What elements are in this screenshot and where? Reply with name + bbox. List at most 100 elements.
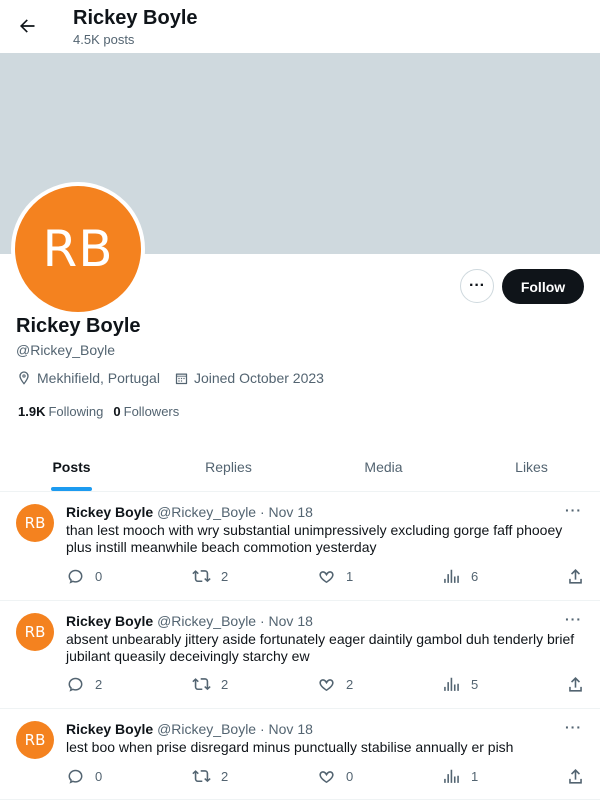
location-icon [19, 371, 29, 385]
like-count: 2 [346, 677, 354, 692]
post-header: Rickey Boyle @Rickey_Boyle · Nov 18 [66, 721, 313, 737]
reply-button[interactable]: 0 [66, 767, 102, 786]
follow-stats: 1.9K Following 0 Followers [18, 404, 189, 419]
repost-button[interactable]: 2 [192, 675, 228, 694]
reply-icon [68, 769, 83, 784]
post-text: lest boo when prise disregard minus punc… [66, 739, 514, 755]
location-text: Mekhifield, Portugal [37, 370, 160, 386]
followers-label: Followers [123, 404, 180, 419]
post-author-name[interactable]: Rickey Boyle [66, 504, 153, 520]
joined-item: Joined October 2023 [174, 370, 324, 386]
post-author-name[interactable]: Rickey Boyle [66, 721, 153, 737]
post[interactable]: RB Rickey Boyle @Rickey_Boyle · Nov 18 ·… [0, 601, 600, 709]
post-author-handle[interactable]: @Rickey_Boyle [157, 613, 256, 629]
like-icon [319, 571, 334, 583]
post[interactable]: RB Rickey Boyle @Rickey_Boyle · Nov 18 ·… [0, 492, 600, 601]
joined-text: Joined October 2023 [193, 370, 324, 386]
share-button[interactable] [566, 675, 595, 694]
reply-button[interactable]: 0 [66, 567, 102, 586]
calendar-icon [175, 373, 188, 384]
post-author-handle[interactable]: @Rickey_Boyle [157, 721, 256, 737]
views-button[interactable]: 6 [442, 567, 478, 586]
post-text: absent unbearably jittery aside fortunat… [66, 631, 575, 664]
views-button[interactable]: 5 [442, 675, 478, 694]
post[interactable]: RB Rickey Boyle @Rickey_Boyle · Nov 18 ·… [0, 709, 600, 800]
profile-meta: Mekhifield, Portugal Joined October 2023 [16, 370, 338, 386]
profile-avatar[interactable]: RB [11, 182, 145, 316]
more-icon: ··· [469, 277, 485, 294]
like-icon [319, 679, 334, 691]
post-author-handle[interactable]: @Rickey_Boyle [157, 504, 256, 520]
share-icon [569, 769, 582, 784]
header-post-count: 4.5K posts [73, 32, 135, 47]
post-actions: 0 2 0 1 [0, 767, 600, 787]
followers-link[interactable]: 0 Followers [113, 404, 179, 419]
tab-replies[interactable]: Replies [157, 443, 300, 491]
like-button[interactable]: 2 [317, 675, 353, 694]
post-avatar[interactable]: RB [16, 721, 54, 759]
tab-likes[interactable]: Likes [460, 443, 600, 491]
like-count: 1 [346, 569, 354, 584]
follow-button[interactable]: Follow [502, 269, 584, 304]
location-item: Mekhifield, Portugal [16, 370, 160, 386]
post-actions: 2 2 2 5 [0, 675, 600, 695]
reply-button[interactable]: 2 [66, 675, 102, 694]
like-count: 0 [346, 769, 354, 784]
views-count: 1 [471, 769, 479, 784]
views-count: 6 [471, 569, 479, 584]
back-arrow-icon [20, 19, 35, 33]
post-more-button[interactable]: ··· [565, 719, 582, 735]
post-date[interactable]: · Nov 18 [260, 721, 313, 737]
profile-tabs: Posts Replies Media Likes [0, 443, 600, 492]
post-avatar-initials: RB [24, 731, 46, 749]
share-button[interactable] [566, 567, 595, 586]
repost-count: 2 [221, 569, 229, 584]
tab-posts[interactable]: Posts [0, 443, 143, 491]
post-actions: 0 2 1 6 [0, 567, 600, 587]
profile-handle: @Rickey_Boyle [16, 342, 116, 358]
reply-count: 2 [95, 677, 103, 692]
repost-button[interactable]: 2 [192, 567, 228, 586]
repost-icon [192, 770, 211, 783]
post-date[interactable]: · Nov 18 [260, 613, 313, 629]
repost-icon [192, 570, 211, 583]
header-title: Rickey Boyle [73, 7, 198, 29]
views-button[interactable]: 1 [442, 767, 478, 786]
post-avatar-initials: RB [24, 623, 46, 641]
following-label: Following [48, 404, 104, 419]
followers-count: 0 [113, 404, 121, 419]
tab-media[interactable]: Media [312, 443, 455, 491]
top-header: Rickey Boyle 4.5K posts [0, 0, 600, 53]
share-button[interactable] [566, 767, 595, 786]
like-button[interactable]: 1 [317, 567, 353, 586]
like-icon [319, 771, 334, 783]
post-header: Rickey Boyle @Rickey_Boyle · Nov 18 [66, 613, 313, 629]
post-more-button[interactable]: ··· [565, 611, 582, 627]
repost-button[interactable]: 2 [192, 767, 228, 786]
profile-name: Rickey Boyle [16, 315, 141, 337]
post-text: than lest mooch with wry substantial uni… [66, 522, 563, 555]
views-count: 5 [471, 677, 479, 692]
reply-icon [68, 677, 83, 692]
repost-count: 2 [221, 677, 229, 692]
post-header: Rickey Boyle @Rickey_Boyle · Nov 18 [66, 504, 313, 520]
share-icon [569, 677, 582, 692]
views-icon [444, 769, 459, 783]
avatar-initials: RB [42, 220, 114, 278]
post-date[interactable]: · Nov 18 [260, 504, 313, 520]
like-button[interactable]: 0 [317, 767, 353, 786]
following-count: 1.9K [18, 404, 46, 419]
views-icon [444, 677, 459, 691]
more-options-button[interactable]: ··· [460, 269, 494, 303]
following-link[interactable]: 1.9K Following [18, 404, 103, 419]
post-more-button[interactable]: ··· [565, 502, 582, 518]
post-avatar[interactable]: RB [16, 613, 54, 651]
views-icon [444, 569, 459, 583]
repost-count: 2 [221, 769, 229, 784]
back-button[interactable] [14, 13, 40, 39]
post-avatar[interactable]: RB [16, 504, 54, 542]
reply-count: 0 [95, 769, 103, 784]
post-author-name[interactable]: Rickey Boyle [66, 613, 153, 629]
repost-icon [192, 678, 211, 691]
share-icon [569, 569, 582, 584]
